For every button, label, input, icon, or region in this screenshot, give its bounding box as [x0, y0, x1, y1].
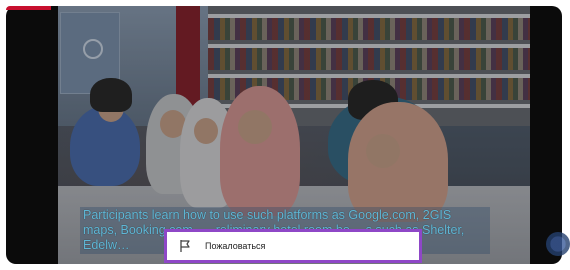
accent-strip — [6, 6, 51, 10]
report-menu-label: Пожаловаться — [205, 241, 266, 251]
channel-logo-icon — [546, 232, 570, 256]
flag-icon — [180, 240, 190, 252]
report-menu-item[interactable]: Пожаловаться — [167, 232, 419, 260]
context-menu: Пожаловаться — [164, 229, 422, 263]
